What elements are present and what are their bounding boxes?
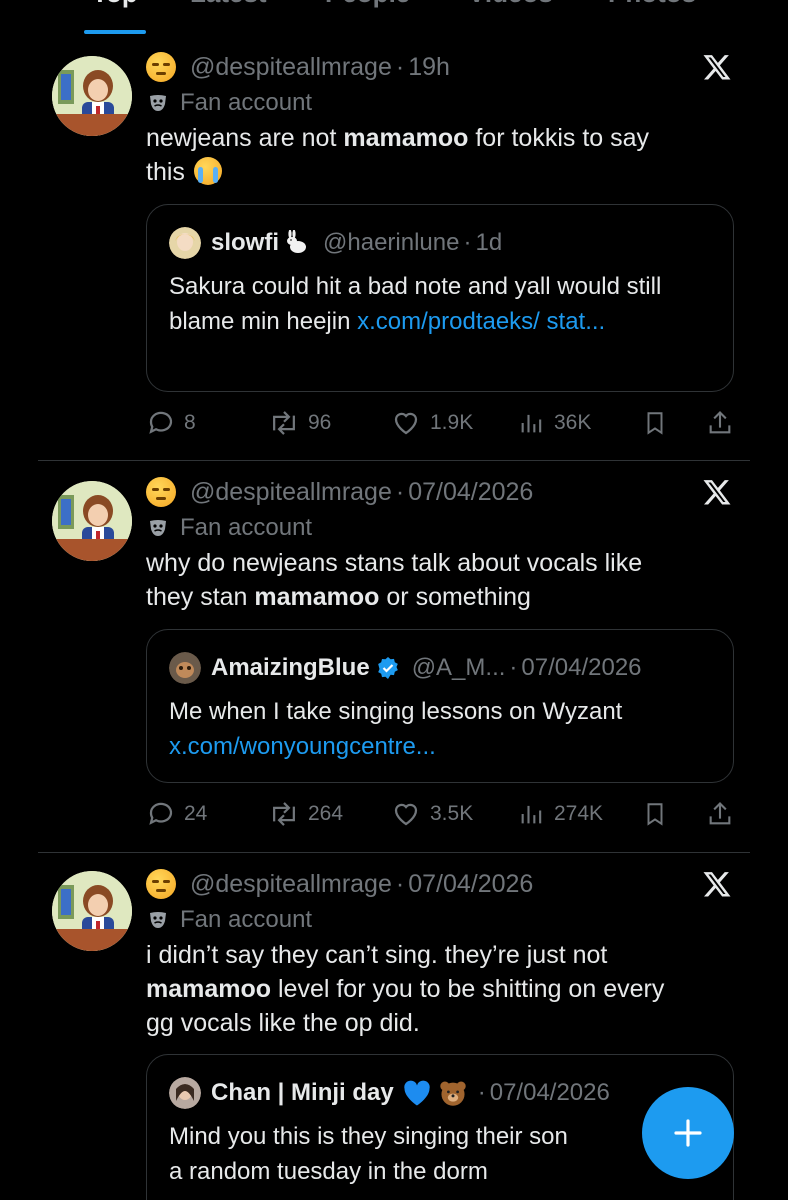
tweet-header: @despiteallmrage · 07/04/2026 xyxy=(146,867,533,901)
fan-account-label: Fan account xyxy=(148,88,312,118)
timestamp[interactable]: 07/04/2026 xyxy=(408,870,533,899)
x-logo-icon[interactable] xyxy=(702,477,732,507)
label-text: Fan account xyxy=(180,514,313,541)
blue-heart-icon xyxy=(404,1080,430,1106)
timestamp: 1d xyxy=(475,229,503,256)
theater-mask-icon xyxy=(150,95,166,111)
like-count: 3.5K xyxy=(430,802,474,825)
verified-badge-icon xyxy=(377,657,398,679)
rabbit-icon xyxy=(287,230,307,253)
user-handle[interactable]: @despiteallmrage xyxy=(190,478,392,507)
compose-button[interactable] xyxy=(642,1087,734,1179)
separator: · xyxy=(395,477,405,506)
avatar xyxy=(169,1077,201,1109)
reply-button[interactable]: 24 xyxy=(146,799,207,829)
like-count: 1.9K xyxy=(430,411,474,434)
user-handle[interactable]: @despiteallmrage xyxy=(190,870,392,899)
tweet-text: why do newjeans stans talk about vocals … xyxy=(146,549,643,611)
quoted-tweet[interactable]: slowfi @haerinlune · 1d Sakura could hit… xyxy=(146,204,734,392)
separator: · xyxy=(463,229,472,256)
bookmark-icon[interactable] xyxy=(642,799,668,829)
avatar[interactable] xyxy=(52,871,132,951)
tweet-header: @despiteallmrage · 07/04/2026 xyxy=(146,475,533,509)
timestamp: 07/04/2026 xyxy=(521,654,642,681)
fan-account-label: Fan account xyxy=(148,513,312,543)
like-button[interactable]: 3.5K xyxy=(390,799,473,829)
quoted-tweet-text: Sakura could hit a bad note and yall wou… xyxy=(169,273,662,335)
timestamp[interactable]: 19h xyxy=(408,53,450,82)
view-count: 274K xyxy=(554,802,604,825)
reply-count: 24 xyxy=(184,802,208,825)
separator: · xyxy=(395,52,405,81)
timestamp[interactable]: 07/04/2026 xyxy=(408,478,533,507)
tweet[interactable]: @despiteallmrage · 19h Fan account newje… xyxy=(0,0,788,460)
unamused-face-icon xyxy=(146,869,176,899)
link[interactable]: x.com/prodtaeks/ stat... xyxy=(357,308,605,335)
quoted-author-handle[interactable]: @A_M... xyxy=(412,654,506,682)
reply-count: 8 xyxy=(184,411,196,434)
retweet-count: 96 xyxy=(308,411,332,434)
retweet-icon xyxy=(273,411,295,435)
reply-button[interactable]: 8 xyxy=(146,408,196,438)
avatar[interactable] xyxy=(52,56,132,136)
heart-icon xyxy=(394,803,418,826)
quoted-tweet-text: Me when I take singing lessons on Wyzant… xyxy=(169,698,623,760)
share-icon[interactable] xyxy=(706,408,734,438)
quoted-tweet-header: slowfi @haerinlune · 1d xyxy=(169,225,502,261)
unamused-face-icon xyxy=(146,52,176,82)
quoted-tweet-header: Chan | Minji day · 07/04/2026 xyxy=(169,1075,610,1111)
view-count: 36K xyxy=(554,411,592,434)
tweet-text: newjeans are not mamamoo for tokkis to s… xyxy=(146,124,650,186)
bookmark-icon[interactable] xyxy=(642,408,668,438)
tweet[interactable]: @despiteallmrage · 07/04/2026 Fan accoun… xyxy=(0,461,788,852)
reply-icon xyxy=(149,802,173,825)
quoted-tweet-header: AmaizingBlue @A_M... · 07/04/2026 xyxy=(169,650,642,686)
retweet-button[interactable]: 264 xyxy=(268,799,343,829)
action-bar: 8 96 1.9K 36K xyxy=(146,408,742,438)
quoted-author-name[interactable]: slowfi xyxy=(211,229,279,257)
user-handle[interactable]: @despiteallmrage xyxy=(190,53,392,82)
tweet-text: i didn’t say they can’t sing. they’re ju… xyxy=(146,941,665,1037)
like-button[interactable]: 1.9K xyxy=(390,408,473,438)
separator: · xyxy=(395,869,405,898)
timestamp: 07/04/2026 xyxy=(489,1079,610,1106)
quoted-author-name[interactable]: AmaizingBlue xyxy=(211,654,370,682)
retweet-count: 264 xyxy=(308,802,344,825)
reply-icon xyxy=(149,411,173,434)
quoted-tweet[interactable]: AmaizingBlue @A_M... · 07/04/2026 Me whe… xyxy=(146,629,734,783)
separator: · xyxy=(477,1079,486,1106)
quoted-tweet-text: Mind you this is they singing their son … xyxy=(169,1123,568,1185)
plus-icon xyxy=(674,1119,702,1147)
theater-mask-icon xyxy=(150,520,166,536)
theater-mask-icon xyxy=(150,912,166,928)
views-button[interactable]: 274K xyxy=(518,799,603,829)
label-text: Fan account xyxy=(180,89,313,116)
x-logo-icon[interactable] xyxy=(702,52,732,82)
avatar[interactable] xyxy=(52,481,132,561)
heart-icon xyxy=(394,412,418,435)
link[interactable]: x.com/wonyoungcentre... xyxy=(169,733,436,760)
views-button[interactable]: 36K xyxy=(518,408,591,438)
retweet-icon xyxy=(273,802,295,826)
share-icon[interactable] xyxy=(706,799,734,829)
action-bar: 24 264 3.5K 274K xyxy=(146,799,742,829)
x-logo-icon[interactable] xyxy=(702,869,732,899)
quoted-author-handle[interactable]: @haerinlune xyxy=(323,229,459,257)
unamused-face-icon xyxy=(146,477,176,507)
separator: · xyxy=(509,654,518,681)
tweet-header: @despiteallmrage · 19h xyxy=(146,50,450,84)
views-icon xyxy=(521,414,542,433)
views-icon xyxy=(521,805,542,824)
quoted-author-name[interactable]: Chan | Minji day xyxy=(211,1079,394,1107)
retweet-button[interactable]: 96 xyxy=(268,408,331,438)
label-text: Fan account xyxy=(180,906,313,933)
avatar xyxy=(169,227,201,259)
loudly-crying-face-icon xyxy=(193,157,222,185)
fan-account-label: Fan account xyxy=(148,905,312,935)
avatar xyxy=(169,652,201,684)
bear-icon xyxy=(440,1081,466,1106)
